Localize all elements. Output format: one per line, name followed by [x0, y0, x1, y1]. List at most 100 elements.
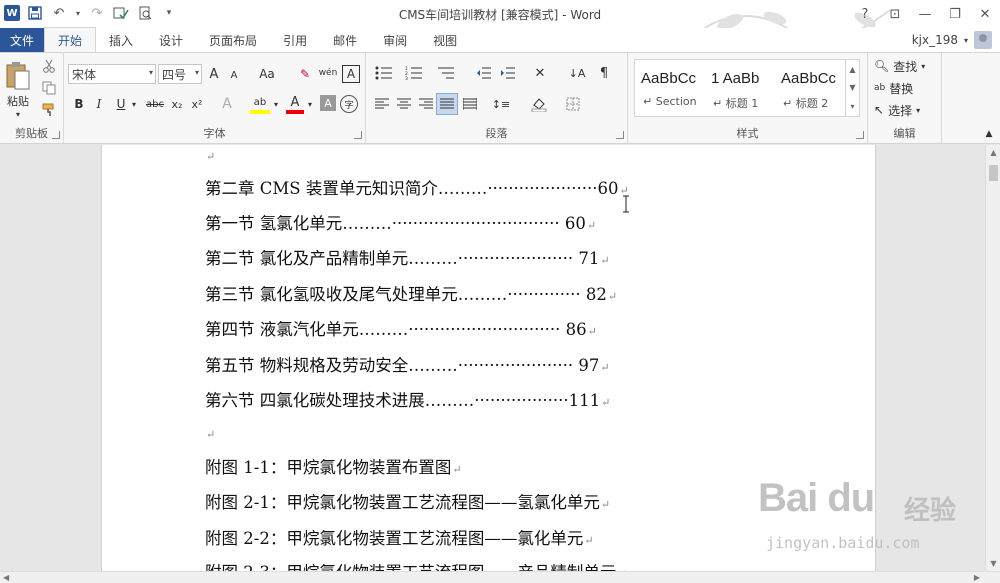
toc-line: 第一节 氢氯化单元………····························…	[205, 214, 597, 233]
copy-icon[interactable]	[40, 79, 58, 97]
align-left-icon[interactable]	[372, 94, 392, 114]
styles-launcher-icon[interactable]	[856, 131, 864, 139]
cut-icon[interactable]	[40, 57, 58, 75]
select-button[interactable]: ↖ 选择 ▾	[874, 101, 938, 119]
phonetic-guide-button[interactable]: wén	[318, 63, 338, 83]
gallery-up-icon[interactable]: ▲	[849, 65, 855, 74]
distributed-icon[interactable]	[460, 94, 480, 114]
italic-button[interactable]: I	[90, 95, 108, 113]
scroll-left-icon[interactable]: ◀	[3, 573, 9, 582]
paste-icon[interactable]	[4, 59, 32, 93]
multilevel-list-icon[interactable]	[432, 63, 460, 83]
find-button[interactable]: 🔍︎ 查找 ▾	[874, 57, 938, 75]
scroll-thumb[interactable]	[989, 165, 998, 181]
font-color-button[interactable]: A	[286, 94, 304, 114]
style-section[interactable]: AaBbCc ↵ Section	[637, 62, 709, 114]
underline-dropdown-icon[interactable]: ▾	[130, 97, 138, 111]
show-paragraph-marks-icon[interactable]: ¶	[594, 63, 614, 83]
grow-font-button[interactable]: A	[206, 65, 222, 83]
replace-button[interactable]: ab 替换	[874, 79, 938, 97]
close-button[interactable]: ✕	[970, 0, 1000, 28]
line-spacing-icon[interactable]: ↕≡	[488, 94, 514, 114]
user-account[interactable]: kjx_198 ▾	[912, 31, 992, 49]
change-case-button[interactable]: Aa	[254, 65, 280, 83]
format-painter-icon[interactable]	[40, 101, 58, 119]
paragraph-mark: ↵	[206, 150, 216, 163]
style-heading-2[interactable]: AaBbCc ↵ 标题 2	[777, 62, 849, 114]
paragraph-mark: ↵	[586, 219, 597, 232]
paragraph-launcher-icon[interactable]	[616, 131, 624, 139]
scroll-down-icon[interactable]: ▼	[986, 559, 1000, 568]
tab-design[interactable]: 设计	[146, 28, 196, 52]
paragraph-group-label: 段落	[485, 127, 508, 140]
select-cursor-icon: ↖	[874, 103, 885, 117]
numbering-icon[interactable]: 123	[402, 63, 426, 83]
paragraph-mark: ↵	[452, 463, 462, 476]
sort-icon[interactable]: ↓A	[566, 63, 588, 83]
scroll-up-icon[interactable]: ▲	[986, 148, 1000, 157]
align-right-icon[interactable]	[416, 94, 436, 114]
styles-gallery-scroll[interactable]: ▲ ▼ ▾	[845, 60, 859, 116]
scroll-right-icon[interactable]: ▶	[974, 573, 980, 582]
window-controls: ? ⊡ — ❐ ✕	[850, 0, 1000, 28]
clipboard-launcher-icon[interactable]	[52, 131, 60, 139]
character-border-button[interactable]: A	[342, 65, 360, 83]
minimize-button[interactable]: —	[910, 0, 940, 28]
paste-button-label[interactable]: 粘贴	[2, 93, 34, 109]
paste-dropdown-icon[interactable]: ▾	[10, 109, 26, 119]
enclose-characters-button[interactable]: 字	[340, 95, 358, 113]
bold-button[interactable]: B	[70, 95, 88, 113]
superscript-button[interactable]: x²	[188, 95, 206, 113]
justify-icon[interactable]	[436, 93, 458, 115]
tab-page-layout[interactable]: 页面布局	[196, 28, 270, 52]
toc-line: 第二节 氯化及产品精制单元………······················ 7…	[205, 249, 610, 268]
vertical-scrollbar[interactable]: ▲ ▼	[985, 145, 1000, 571]
increase-indent-icon[interactable]	[498, 63, 518, 83]
tab-references[interactable]: 引用	[270, 28, 320, 52]
find-label: 查找	[893, 59, 918, 74]
subscript-button[interactable]: x₂	[168, 95, 186, 113]
highlight-dropdown-icon[interactable]: ▾	[272, 97, 280, 111]
shading-icon[interactable]	[526, 94, 552, 114]
character-shading-button[interactable]: A	[320, 95, 336, 111]
align-center-icon[interactable]	[394, 94, 414, 114]
paragraph-mark: ↵	[600, 361, 610, 374]
tab-insert[interactable]: 插入	[96, 28, 146, 52]
tab-file[interactable]: 文件	[0, 28, 44, 52]
tab-mailings[interactable]: 邮件	[320, 28, 370, 52]
borders-icon[interactable]	[560, 94, 586, 114]
paragraph-mark: ↵	[607, 290, 618, 303]
shrink-font-button[interactable]: A	[226, 66, 242, 84]
select-label: 选择	[888, 103, 913, 118]
decrease-indent-icon[interactable]	[474, 63, 494, 83]
text-effects-button[interactable]: A	[218, 95, 236, 113]
help-button[interactable]: ?	[850, 0, 880, 28]
style-section-name: ↵ Section	[643, 95, 697, 108]
highlight-color-button[interactable]: ab	[250, 94, 270, 114]
paragraph-mark: ↵	[600, 254, 610, 267]
bullets-icon[interactable]	[372, 63, 396, 83]
chinese-layout-icon[interactable]: ✕	[526, 63, 554, 83]
font-color-dropdown-icon[interactable]: ▾	[306, 97, 314, 111]
toc-line: 第二章 CMS 装置单元知识简介………·····················…	[205, 179, 629, 198]
tab-review[interactable]: 审阅	[370, 28, 420, 52]
ribbon-display-options-button[interactable]: ⊡	[880, 0, 910, 28]
gallery-down-icon[interactable]: ▼	[849, 83, 855, 92]
font-name-dropdown-icon: ▾	[148, 68, 153, 77]
style-heading-1-sample: 1 AaBb	[711, 70, 760, 87]
font-launcher-icon[interactable]	[354, 131, 362, 139]
horizontal-scrollbar[interactable]: ◀ ▶	[0, 571, 1000, 583]
style-heading-1[interactable]: 1 AaBb ↵ 标题 1	[707, 62, 779, 114]
font-size-combo[interactable]: 四号 ▾	[158, 64, 202, 84]
tab-home[interactable]: 开始	[44, 27, 97, 52]
clear-formatting-icon[interactable]: ✎	[296, 65, 314, 83]
font-name-combo[interactable]: 宋体 ▾	[68, 64, 156, 84]
strikethrough-button[interactable]: abc	[144, 95, 166, 113]
collapse-ribbon-icon[interactable]: ▲	[982, 127, 996, 141]
restore-button[interactable]: ❐	[940, 0, 970, 28]
tab-view[interactable]: 视图	[420, 28, 470, 52]
toc-line: 第三节 氯化氢吸收及尾气处理单元………·············· 82↵	[205, 285, 618, 304]
gallery-more-icon[interactable]: ▾	[850, 102, 854, 111]
figure-line: 附图 1-1：甲烷氯化物装置布置图↵	[205, 458, 462, 477]
underline-button[interactable]: U	[112, 95, 130, 113]
